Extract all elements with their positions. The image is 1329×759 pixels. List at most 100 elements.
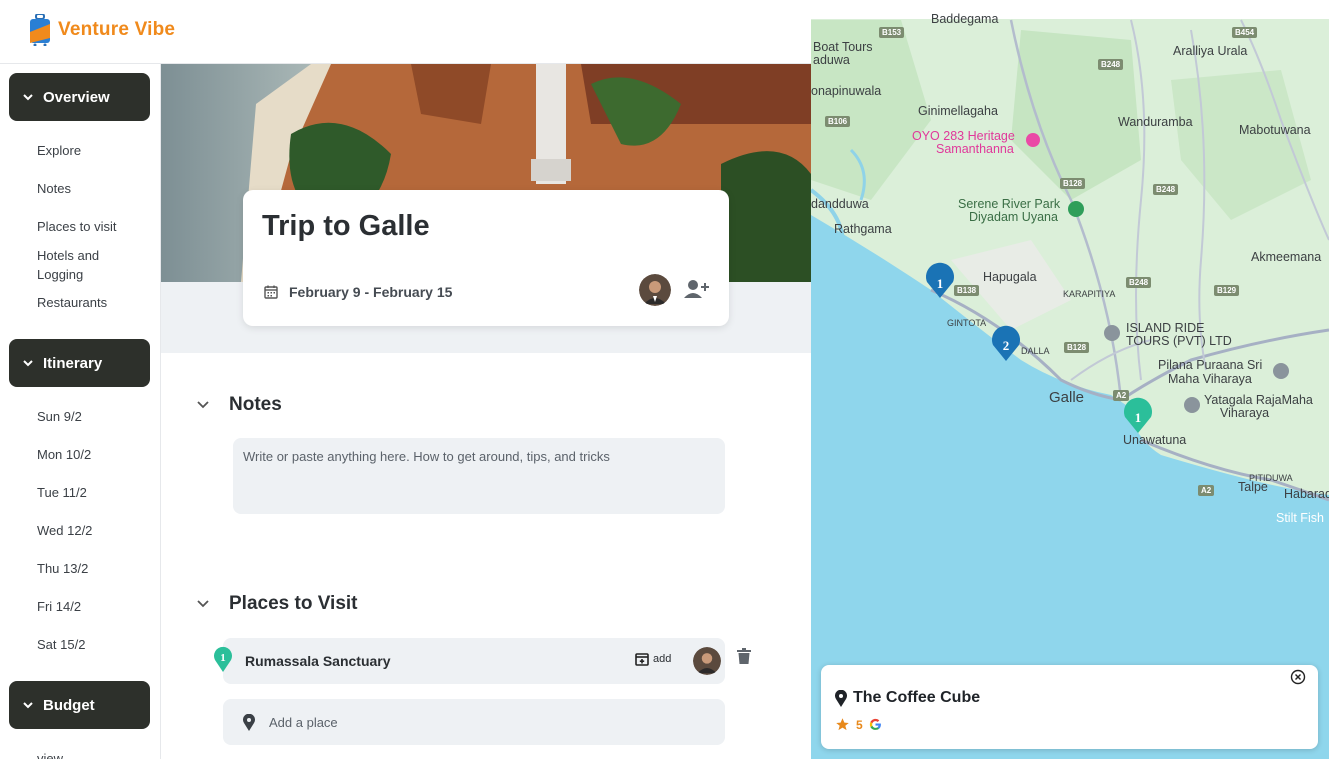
map-label: TOURS (PVT) LTD [1126,334,1232,348]
map-label: Akmeemana [1251,250,1322,264]
itinerary-section-toggle[interactable]: Itinerary [9,339,150,387]
map-panel[interactable]: 1 2 1 Baddegama Boat Tours aduwa Aralliy… [811,0,1329,759]
places-section-header: Places to Visit [197,593,358,615]
map-label: Talpe [1238,480,1268,494]
sidebar-item-day[interactable]: Wed 12/2 [37,521,147,540]
close-icon[interactable] [1290,669,1306,685]
sidebar-item-notes[interactable]: Notes [37,179,147,198]
add-place-placeholder: Add a place [269,714,338,730]
sidebar-item-day[interactable]: Tue 11/2 [37,483,147,502]
notes-section-header: Notes [197,394,282,416]
itinerary-label: Itinerary [43,354,103,372]
map-label: Rathgama [834,222,892,236]
map-label: onapinuwala [811,84,882,98]
road-tag: B248 [1098,59,1124,70]
trip-card: Trip to Galle February 9 - February 15 [243,190,729,326]
trash-icon[interactable] [737,648,751,664]
calendar-add-icon [635,653,649,666]
notes-heading: Notes [229,394,282,415]
marker-label: 1 [937,276,944,291]
info-card-title-text: The Coffee Cube [853,689,981,706]
chevron-down-icon [23,702,33,709]
sidebar-item-budget-view[interactable]: view [37,749,147,759]
map-label: Pilana Puraana Sri [1158,358,1263,372]
sidebar-item-places[interactable]: Places to visit [37,217,147,236]
map-label: Boat Tours [813,40,873,54]
info-card-title: The Coffee Cube [835,689,980,707]
add-to-day-button[interactable]: add [635,652,671,666]
road-tag: A2 [1198,485,1215,496]
calendar-icon [264,285,278,299]
map-label: KARAPITIYA [1063,289,1116,299]
add-user-icon[interactable] [683,278,711,300]
sidebar-item-restaurants[interactable]: Restaurants [37,293,147,312]
place-name[interactable]: Rumassala Sanctuary [245,653,391,669]
sidebar-item-day[interactable]: Sun 9/2 [37,407,147,426]
road-tag: B128 [1060,178,1086,189]
map-label: Yatagala RajaMaha [1204,393,1313,407]
budget-label: Budget [43,696,95,714]
sidebar-item-day[interactable]: Fri 14/2 [37,597,147,616]
road-tag: B454 [1232,27,1258,38]
sidebar-item-day[interactable]: Sat 15/2 [37,635,147,654]
numbered-pin-icon: 1 [214,646,232,672]
place-number: 1 [220,652,226,664]
app-logo[interactable]: Venture Vibe [28,14,175,46]
add-label: add [653,653,672,665]
map-label: Wanduramba [1118,115,1193,129]
add-place-input[interactable]: Add a place [223,699,725,745]
map-label: GINTOTA [947,318,987,328]
marker-label: 2 [1003,338,1010,353]
overview-label: Overview [43,88,110,106]
place-owner-avatar[interactable] [693,647,721,675]
map-label: Mabotuwana [1239,123,1311,137]
main-content: Trip to Galle February 9 - February 15 N… [161,64,811,759]
road-tag: B129 [1214,285,1240,296]
collaborator-avatar[interactable] [639,274,671,306]
road-tag: B138 [954,285,980,296]
map-label: Maha Viharaya [1168,372,1252,386]
map-label: Diyadam Uyana [969,210,1058,224]
map-label: Aralliya Urala [1173,44,1248,58]
road-tag: B153 [879,27,905,38]
budget-section-toggle[interactable]: Budget [9,681,150,729]
map-label: aduwa [813,53,850,67]
chevron-down-icon[interactable] [197,401,209,409]
chevron-down-icon [23,94,33,101]
map-label: Unawatuna [1123,433,1187,447]
map-label: Habarad [1284,487,1329,501]
top-bar: Venture Vibe [0,0,811,64]
sidebar-item-hotels[interactable]: Hotels and Logging [37,246,147,284]
map-label: Stilt Fish [1276,511,1324,525]
map-label: DALLA [1021,346,1050,356]
trip-dates[interactable]: February 9 - February 15 [263,284,452,300]
map-label: OYO 283 Heritage [912,129,1015,143]
road-tag: B248 [1126,277,1152,288]
place-info-card[interactable]: The Coffee Cube 5 [821,665,1318,749]
app-name: Venture Vibe [58,19,176,40]
sidebar-item-day[interactable]: Mon 10/2 [37,445,147,464]
places-heading: Places to Visit [229,593,358,614]
marker-label: 1 [1135,410,1142,425]
sidebar-item-explore[interactable]: Explore [37,141,147,160]
chevron-down-icon[interactable] [197,600,209,608]
map-label: Samanthanna [936,142,1014,156]
google-icon [869,718,881,730]
trip-title[interactable]: Trip to Galle [262,210,430,243]
map-label: Viharaya [1220,406,1270,420]
suitcase-logo-icon [30,14,50,46]
road-tag: A2 [1113,390,1130,401]
notes-input[interactable]: Write or paste anything here. How to get… [233,438,725,514]
map-label: Baddegama [931,12,999,26]
road-tag: B106 [825,116,851,127]
map-label: Ginimellagaha [918,104,998,118]
map-label: Hapugala [983,270,1037,284]
sidebar-item-day[interactable]: Thu 13/2 [37,559,147,578]
trip-dates-text: February 9 - February 15 [289,284,453,300]
map-label: Serene River Park [958,197,1061,211]
overview-section-toggle[interactable]: Overview [9,73,150,121]
rating-value: 5 [856,717,863,732]
road-tag: B128 [1064,342,1090,353]
location-pin-icon [835,689,847,707]
place-row[interactable]: 1 Rumassala Sanctuary add [214,638,725,684]
